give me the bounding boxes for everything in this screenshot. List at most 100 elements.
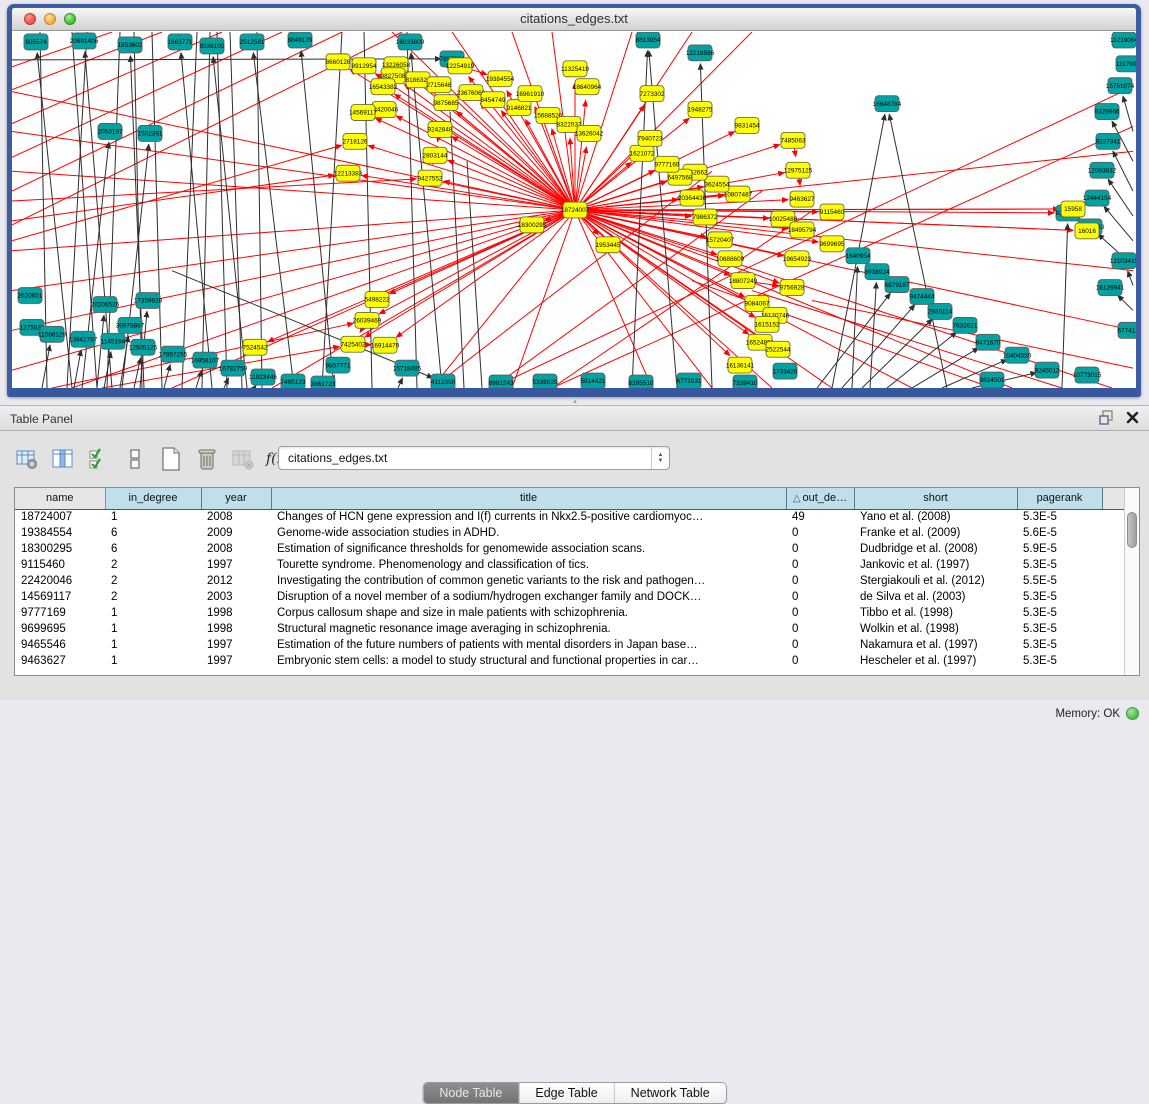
- table-cell[interactable]: 2003: [201, 589, 271, 605]
- table-cell[interactable]: 5.3E-5: [1017, 621, 1102, 637]
- table-cell[interactable]: Dudbridge et al. (2008): [854, 541, 1017, 557]
- table-cell[interactable]: Yano et al. (2008): [854, 509, 1017, 525]
- table-cell[interactable]: 14569117: [15, 589, 105, 605]
- table-cell[interactable]: 0: [786, 525, 854, 541]
- memory-status-indicator[interactable]: [1126, 707, 1139, 720]
- network-edge-red[interactable]: [575, 210, 712, 388]
- table-cell[interactable]: 5.3E-5: [1017, 653, 1102, 669]
- table-cell[interactable]: 18724007: [15, 509, 105, 525]
- table-cell[interactable]: Tourette syndrome. Phenomenology and cla…: [271, 557, 786, 573]
- network-edge-black[interactable]: [12, 59, 441, 60]
- network-edge-red[interactable]: [12, 210, 575, 370]
- table-row[interactable]: 969969511998Structural magnetic resonanc…: [15, 621, 1125, 637]
- table-cell[interactable]: 2: [105, 573, 201, 589]
- scrollbar-thumb[interactable]: [1127, 512, 1137, 548]
- table-cell[interactable]: 9465546: [15, 637, 105, 653]
- column-header-year[interactable]: year: [201, 488, 271, 509]
- table-cell[interactable]: 0: [786, 637, 854, 653]
- table-cell[interactable]: 5.3E-5: [1017, 637, 1102, 653]
- table-cell[interactable]: 1: [105, 653, 201, 669]
- network-edge-black[interactable]: [301, 51, 334, 388]
- table-scrollbar[interactable]: [1124, 488, 1139, 675]
- network-edge-black[interactable]: [870, 283, 876, 388]
- table-selector-dropdown[interactable]: citations_edges.txt ▲▼: [278, 446, 670, 470]
- table-cell[interactable]: 0: [786, 557, 854, 573]
- column-header-in_degree[interactable]: in_degree: [105, 488, 201, 509]
- network-edge-black[interactable]: [181, 53, 212, 388]
- table-cell[interactable]: 0: [786, 621, 854, 637]
- table-cell[interactable]: 2012: [201, 573, 271, 589]
- table-cell[interactable]: 5.6E-5: [1017, 525, 1102, 541]
- table-row[interactable]: 1830029562008Estimation of significance …: [15, 541, 1125, 557]
- show-columns-button[interactable]: [50, 446, 76, 472]
- table-cell[interactable]: Corpus callosum shape and size in male p…: [271, 605, 786, 621]
- table-cell[interactable]: 1997: [201, 653, 271, 669]
- row-height-button[interactable]: [122, 446, 148, 472]
- network-edge-black[interactable]: [254, 386, 256, 388]
- network-edge-red[interactable]: [812, 300, 1133, 368]
- table-cell[interactable]: Estimation of the future numbers of pati…: [271, 637, 786, 653]
- table-cell[interactable]: 9463627: [15, 653, 105, 669]
- close-panel-icon[interactable]: [1126, 411, 1139, 429]
- table-cell[interactable]: 19384554: [15, 525, 105, 541]
- network-edge-red[interactable]: [432, 210, 575, 388]
- network-edge-black[interactable]: [224, 378, 228, 388]
- network-edge-red[interactable]: [272, 210, 575, 388]
- float-panel-icon[interactable]: [1099, 410, 1114, 430]
- network-edge-black[interactable]: [1128, 271, 1133, 286]
- table-cell[interactable]: Wolkin et al. (1998): [854, 621, 1017, 637]
- column-header-pagerank[interactable]: pagerank: [1017, 488, 1102, 509]
- table-cell[interactable]: Embryonic stem cells: a model to study s…: [271, 653, 786, 669]
- table-cell[interactable]: de Silva et al. (2003): [854, 589, 1017, 605]
- network-edge-black[interactable]: [196, 371, 202, 388]
- column-header-out_de[interactable]: △out_de…: [786, 488, 854, 509]
- network-edge-black[interactable]: [887, 332, 956, 388]
- table-cell[interactable]: 2008: [201, 541, 271, 557]
- table-cell[interactable]: 5.5E-5: [1017, 573, 1102, 589]
- table-row[interactable]: 1872400712008Changes of HCN gene express…: [15, 509, 1125, 525]
- table-cell[interactable]: Disruption of a novel member of a sodium…: [271, 589, 786, 605]
- network-edge-red[interactable]: [512, 210, 575, 388]
- table-row[interactable]: 2242004622012Investigating the contribut…: [15, 573, 1125, 589]
- column-header-name[interactable]: name: [15, 488, 105, 509]
- network-edge-black[interactable]: [1123, 96, 1133, 131]
- table-cell[interactable]: 0: [786, 605, 854, 621]
- table-cell[interactable]: 2: [105, 589, 201, 605]
- table-cell[interactable]: 1997: [201, 557, 271, 573]
- table-cell[interactable]: 1: [105, 637, 201, 653]
- table-cell[interactable]: 1997: [201, 637, 271, 653]
- table-cell[interactable]: Jankovic et al. (1997): [854, 557, 1017, 573]
- table-cell[interactable]: Investigating the contribution of common…: [271, 573, 786, 589]
- network-edge-black[interactable]: [213, 57, 247, 388]
- network-edge-black[interactable]: [852, 267, 858, 388]
- table-cell[interactable]: Tibbo et al. (1998): [854, 605, 1017, 621]
- table-cell[interactable]: 2009: [201, 525, 271, 541]
- table-cell[interactable]: 5.3E-5: [1017, 557, 1102, 573]
- table-cell[interactable]: 9699695: [15, 621, 105, 637]
- network-canvas[interactable]: 9055742069140618536021663771933810525125…: [12, 32, 1136, 388]
- table-cell[interactable]: 1: [105, 605, 201, 621]
- table-cell[interactable]: 6: [105, 541, 201, 557]
- table-cell[interactable]: 1: [105, 509, 201, 525]
- table-cell[interactable]: Hescheler et al. (1997): [854, 653, 1017, 669]
- delete-column-button[interactable]: [194, 446, 220, 472]
- tab-network-table[interactable]: Network Table: [615, 1083, 726, 1103]
- table-cell[interactable]: 18300295: [15, 541, 105, 557]
- network-edge-black[interactable]: [322, 32, 342, 388]
- table-row[interactable]: 946554611997Estimation of the future num…: [15, 637, 1125, 653]
- network-edge-red[interactable]: [12, 32, 342, 191]
- table-cell[interactable]: 49: [786, 509, 854, 525]
- network-edge-red[interactable]: [12, 145, 342, 241]
- table-cell[interactable]: 22420046: [15, 573, 105, 589]
- network-edge-black[interactable]: [467, 161, 482, 388]
- network-edge-black[interactable]: [398, 378, 402, 388]
- column-header-short[interactable]: short: [854, 488, 1017, 509]
- table-cell[interactable]: 9115460: [15, 557, 105, 573]
- window-titlebar[interactable]: citations_edges.txt: [12, 8, 1136, 31]
- table-cell[interactable]: 5.3E-5: [1017, 589, 1102, 605]
- network-graph[interactable]: 9055742069140618536021663771933810525125…: [12, 32, 1136, 388]
- table-cell[interactable]: 5.3E-5: [1017, 509, 1102, 525]
- table-cell[interactable]: 1998: [201, 605, 271, 621]
- table-cell[interactable]: 6: [105, 525, 201, 541]
- table-row[interactable]: 946362711997Embryonic stem cells: a mode…: [15, 653, 1125, 669]
